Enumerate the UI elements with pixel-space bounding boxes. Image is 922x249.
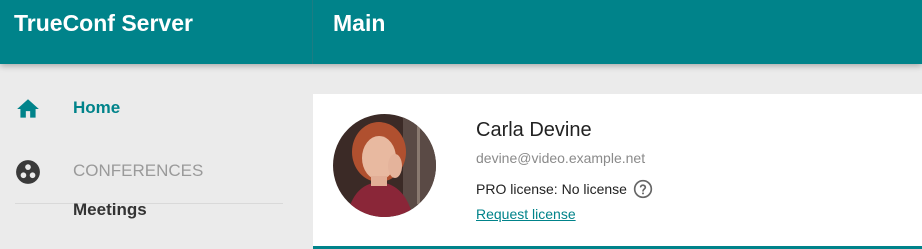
sidebar-item-meetings[interactable]: Meetings: [0, 192, 313, 232]
user-name: Carla Devine: [476, 119, 592, 141]
profile-card: Carla Devine devine@video.example.net PR…: [313, 94, 922, 249]
app-title: TrueConf Server: [14, 10, 193, 36]
license-row: PRO license: No license: [476, 178, 653, 200]
page-title: Main: [333, 10, 386, 36]
sidebar-item-meetings-label: Meetings: [73, 200, 147, 219]
top-bar: TrueConf Server Main: [0, 0, 922, 64]
brand-area: TrueConf Server: [0, 0, 313, 64]
user-email: devine@video.example.net: [476, 150, 646, 166]
help-icon[interactable]: [633, 179, 653, 199]
sidebar-item-home[interactable]: Home: [0, 88, 313, 128]
home-icon: [17, 99, 39, 118]
avatar: [333, 114, 436, 217]
request-license-link[interactable]: Request license: [476, 205, 576, 223]
sidebar-section-label: CONFERENCES: [73, 161, 204, 180]
conferences-icon: [16, 160, 40, 184]
license-status: PRO license: No license: [476, 181, 627, 197]
sidebar: Home CONFERENCES Meetings: [0, 64, 313, 249]
avatar-image: [333, 114, 436, 217]
sidebar-section-conferences: CONFERENCES: [0, 152, 313, 192]
sidebar-item-home-label: Home: [73, 98, 121, 117]
